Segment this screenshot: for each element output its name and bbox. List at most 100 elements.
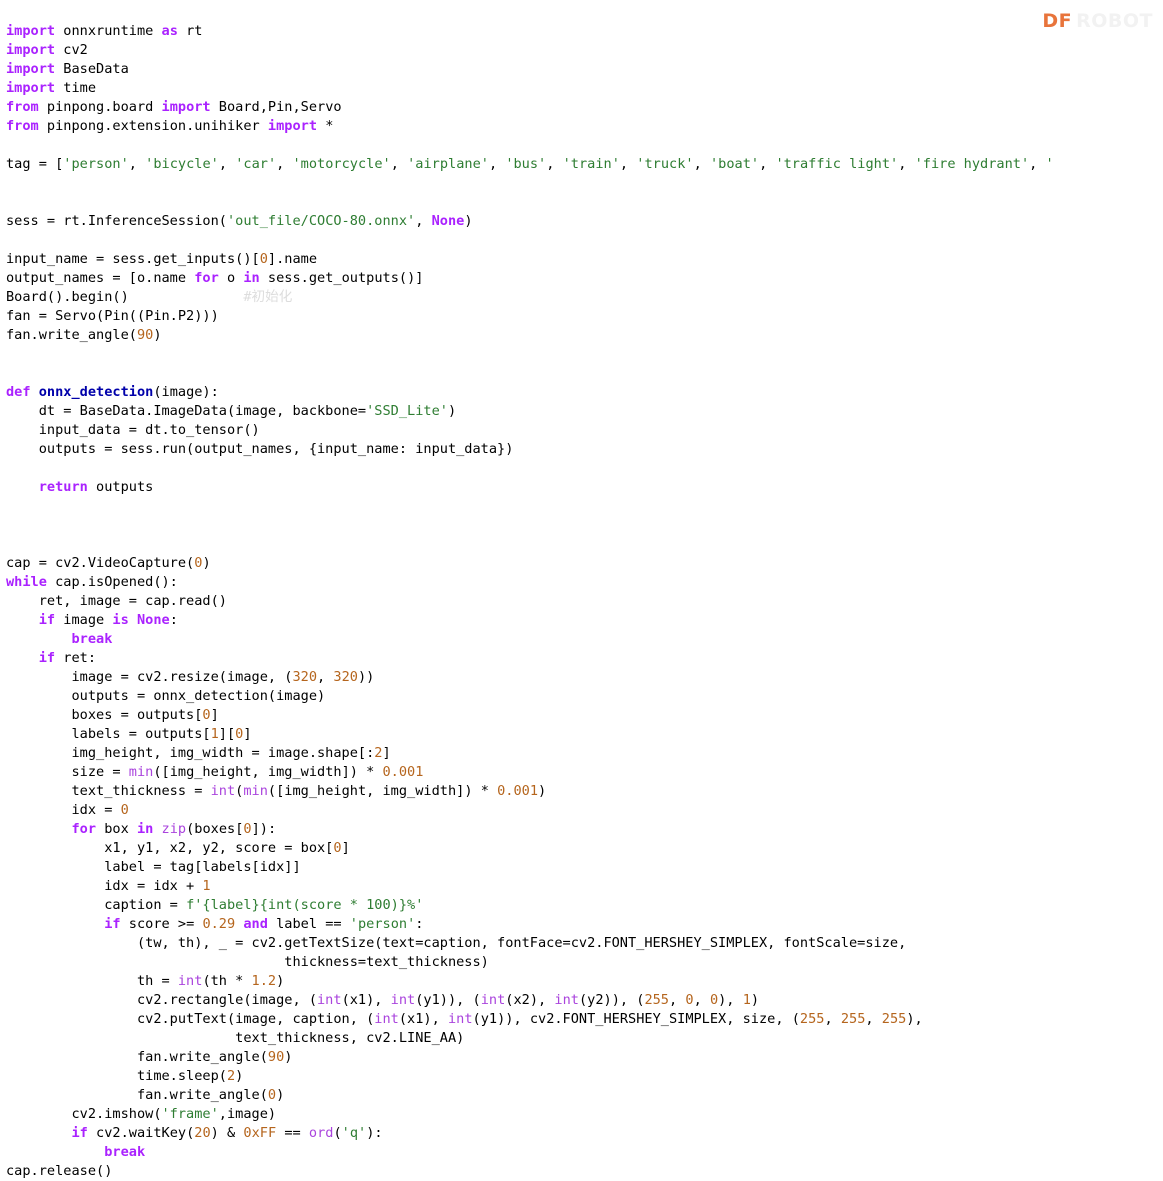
code-token-m: 1 bbox=[210, 725, 219, 742]
code-token-n: thickness=text_thickness) bbox=[6, 953, 489, 970]
code-token-n: o bbox=[218, 269, 244, 286]
code-token-nb: int bbox=[390, 991, 416, 1008]
code-token-n: idx = idx + bbox=[6, 877, 203, 894]
code-token-s: f'{label}{int(score * 100)}%' bbox=[186, 896, 424, 913]
code-token-m: 90 bbox=[267, 1048, 285, 1065]
code-token-n: fan.write_angle( bbox=[6, 1086, 268, 1103]
code-token-n: , bbox=[693, 991, 710, 1008]
code-token-m: 0 bbox=[120, 801, 129, 818]
code-token-s: 'q' bbox=[341, 1124, 367, 1141]
code-token-n: tag = [ bbox=[6, 155, 64, 172]
code-token-o: * bbox=[317, 117, 334, 134]
code-token-n: : bbox=[415, 915, 424, 932]
code-token-c: #初始化 bbox=[243, 288, 293, 305]
code-token-m: 255 bbox=[840, 1010, 866, 1027]
code-token-n: ) bbox=[538, 782, 547, 799]
code-token-n: (y1)), ( bbox=[415, 991, 481, 1008]
code-token-n: cap = cv2.VideoCapture( bbox=[6, 554, 195, 571]
code-token-s: 'out_file/COCO-80.onnx' bbox=[226, 212, 416, 229]
code-token-n: , bbox=[128, 155, 146, 172]
code-token-n bbox=[6, 612, 39, 628]
code-line: (tw, th), _ = cv2.getTextSize(text=capti… bbox=[6, 934, 1163, 953]
code-token-n: ) bbox=[202, 554, 211, 571]
code-line: dt = BaseData.ImageData(image, backbone=… bbox=[6, 402, 1163, 421]
code-line: cv2.imshow('frame',image) bbox=[6, 1105, 1163, 1124]
code-token-n: size = bbox=[6, 763, 129, 780]
code-line: if cv2.waitKey(20) & 0xFF == ord('q'): bbox=[6, 1124, 1163, 1143]
code-line: for box in zip(boxes[0]): bbox=[6, 820, 1163, 839]
code-token-n: , bbox=[218, 155, 236, 172]
code-line: output_names = [o.name for o in sess.get… bbox=[6, 269, 1163, 288]
code-token-nb: min bbox=[128, 763, 154, 780]
code-token-k: break bbox=[104, 1143, 146, 1160]
code-token-n: , bbox=[415, 212, 432, 229]
code-token-n: ) bbox=[276, 1086, 285, 1103]
code-token-m: 1 bbox=[742, 991, 751, 1008]
code-token-n: ][ bbox=[218, 725, 236, 742]
code-token-n: , bbox=[546, 155, 563, 172]
code-token-n: label = tag[labels[idx]] bbox=[6, 858, 301, 875]
code-token-n bbox=[6, 631, 71, 647]
code-token-n: , bbox=[488, 155, 506, 172]
code-token-m: 0.001 bbox=[497, 782, 538, 799]
code-token-n: cv2.putText(image, caption, ( bbox=[6, 1010, 375, 1027]
code-token-n: , bbox=[759, 155, 776, 172]
code-token-n bbox=[6, 916, 104, 932]
code-line: outputs = sess.run(output_names, {input_… bbox=[6, 440, 1163, 459]
code-token-n bbox=[6, 479, 39, 495]
code-line: labels = outputs[1][0] bbox=[6, 725, 1163, 744]
code-token-n: ) bbox=[464, 212, 473, 229]
code-token-n: (y2)), ( bbox=[578, 991, 645, 1008]
code-token-m: 0 bbox=[267, 1086, 277, 1103]
code-token-n: (x1), bbox=[341, 991, 391, 1008]
code-token-k: from bbox=[6, 117, 39, 134]
code-token-m: 90 bbox=[136, 326, 154, 343]
code-token-nb: int bbox=[480, 991, 506, 1008]
code-line: image = cv2.resize(image, (320, 320)) bbox=[6, 668, 1163, 687]
code-token-n: cv2.waitKey( bbox=[87, 1124, 195, 1141]
code-token-s: 'bicycle' bbox=[145, 155, 219, 172]
code-token-n: cv2.rectangle(image, ( bbox=[6, 991, 317, 1008]
code-line: idx = idx + 1 bbox=[6, 877, 1163, 896]
code-token-n: , bbox=[1029, 155, 1046, 172]
code-token-s: 'person' bbox=[63, 155, 129, 172]
code-line: import BaseData bbox=[6, 60, 1163, 79]
code-token-n: outputs = sess.run(output_names, {input_… bbox=[6, 440, 514, 457]
code-line: input_data = dt.to_tensor() bbox=[6, 421, 1163, 440]
code-token-n: fan.write_angle( bbox=[6, 326, 137, 343]
code-token-n: text_thickness, cv2.LINE_AA) bbox=[6, 1029, 465, 1046]
code-line: while cap.isOpened(): bbox=[6, 573, 1163, 592]
code-token-n: , bbox=[693, 155, 710, 172]
code-token-n: text_thickness = bbox=[6, 782, 211, 799]
code-token-k: for bbox=[71, 820, 97, 837]
code-token-nb: int bbox=[210, 782, 236, 799]
code-viewer: DF ROBOT import onnxruntime as rt import … bbox=[0, 0, 1163, 1179]
code-token-n: , bbox=[276, 155, 293, 172]
code-token-n: (boxes[ bbox=[186, 820, 244, 837]
code-token-n: dt = BaseData.ImageData(image, backbone= bbox=[6, 402, 367, 419]
code-token-m: 0 bbox=[333, 839, 342, 856]
code-token-k: import bbox=[6, 22, 56, 39]
code-line: cap = cv2.VideoCapture(0) bbox=[6, 554, 1163, 573]
python-code-listing: import onnxruntime as rt import cv2 import… bbox=[0, 14, 1163, 1181]
code-token-nf: onnx_detection bbox=[38, 383, 154, 400]
code-token-n: (x1), bbox=[398, 1010, 448, 1027]
code-token-n: fan = Servo(Pin((Pin.P2))) bbox=[6, 307, 219, 324]
code-token-n: (y1)), cv2.FONT_HERSHEY_SIMPLEX, size, ( bbox=[472, 1010, 800, 1027]
code-token-k: and bbox=[243, 915, 268, 932]
code-token-n: ([img_height, img_width]) * bbox=[267, 782, 498, 799]
code-token-n bbox=[153, 821, 161, 837]
code-token-n: , bbox=[317, 668, 334, 685]
code-token-n bbox=[6, 821, 71, 837]
code-token-k: in bbox=[243, 269, 260, 286]
code-line: idx = 0 bbox=[6, 801, 1163, 820]
code-token-k: if bbox=[38, 649, 56, 666]
code-token-m: 255 bbox=[881, 1010, 907, 1027]
code-token-n: ) bbox=[276, 972, 285, 989]
